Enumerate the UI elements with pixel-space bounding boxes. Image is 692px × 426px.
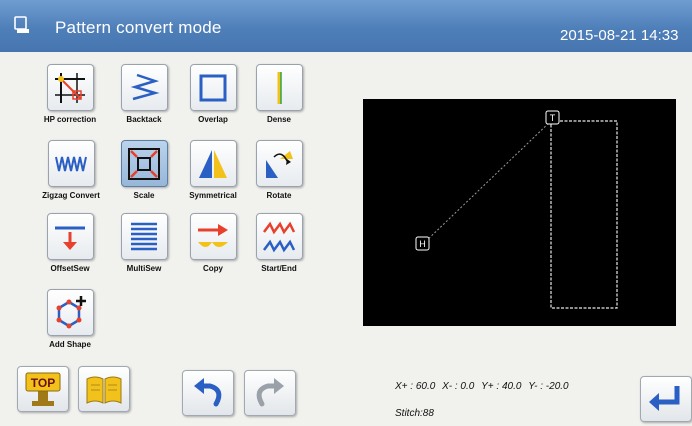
home-marker: H: [415, 236, 430, 251]
svg-text:TOP: TOP: [31, 376, 55, 390]
app-icon: [14, 16, 30, 34]
svg-text:T: T: [550, 113, 556, 123]
backtack-tool[interactable]: Backtack: [114, 64, 174, 124]
book-icon: [86, 376, 122, 404]
dense-icon: [255, 64, 303, 111]
add-shape-icon: [46, 289, 94, 336]
symmetrical-label: Symmetrical: [189, 191, 237, 200]
rotate-label: Rotate: [266, 191, 292, 200]
offset-sew-label: OffsetSew: [50, 264, 90, 273]
backtack-icon: [120, 64, 168, 111]
redo-icon: [256, 378, 284, 407]
manual-book-button[interactable]: [78, 366, 130, 412]
scale-icon: [120, 140, 168, 187]
hp-correction-tool[interactable]: HP correction: [40, 64, 100, 124]
stitch-count: Stitch:88: [395, 408, 434, 419]
start-end-label: Start/End: [261, 264, 297, 273]
enter-button[interactable]: [640, 376, 692, 422]
multi-sew-label: MultiSew: [126, 264, 162, 273]
undo-icon: [194, 378, 222, 407]
overlap-label: Overlap: [198, 115, 228, 124]
dense-label: Dense: [266, 115, 291, 124]
scale-label: Scale: [133, 191, 155, 200]
multi-sew-icon: [120, 213, 168, 260]
dense-tool[interactable]: Dense: [249, 64, 309, 124]
page-title: Pattern convert mode: [55, 18, 222, 37]
hp-correction-label: HP correction: [43, 115, 97, 124]
datetime: 2015-08-21 14:33: [560, 27, 679, 44]
x-plus-value: X+ : 60.0: [395, 381, 436, 392]
redo-button[interactable]: [244, 370, 296, 416]
add-shape-tool[interactable]: Add Shape: [40, 289, 100, 349]
backtack-label: Backtack: [126, 115, 162, 124]
offset-sew-tool[interactable]: OffsetSew: [40, 213, 100, 273]
x-minus-value: X- : 0.0: [442, 381, 475, 392]
top-button[interactable]: TOP: [17, 366, 69, 412]
symmetrical-tool[interactable]: Symmetrical: [183, 140, 243, 200]
top-marker: T: [545, 110, 560, 125]
pattern-preview: H T: [363, 99, 676, 326]
symmetrical-icon: [189, 140, 237, 187]
scale-tool[interactable]: Scale: [114, 140, 174, 200]
title-bar: Pattern convert mode 2015-08-21 14:33: [0, 0, 692, 52]
start-end-tool[interactable]: Start/End: [249, 213, 309, 273]
copy-label: Copy: [203, 264, 223, 273]
coordinates-readout: X+ : 60.0 X- : 0.0 Y+ : 40.0 Y- : -20.0: [395, 381, 569, 392]
zigzag-convert-tool[interactable]: Zigzag Convert: [34, 140, 108, 200]
add-shape-label: Add Shape: [49, 340, 91, 349]
hp-correction-icon: [46, 64, 94, 111]
copy-tool[interactable]: Copy: [183, 213, 243, 273]
multi-sew-tool[interactable]: MultiSew: [114, 213, 174, 273]
y-plus-value: Y+ : 40.0: [481, 381, 522, 392]
zigzag-convert-label: Zigzag Convert: [42, 191, 100, 200]
offset-sew-icon: [46, 213, 94, 260]
enter-icon: [649, 386, 680, 411]
start-end-icon: [255, 213, 303, 260]
y-minus-value: Y- : -20.0: [528, 381, 569, 392]
zigzag-icon: [47, 140, 95, 187]
overlap-tool[interactable]: Overlap: [183, 64, 243, 124]
rotate-icon: [255, 140, 303, 187]
copy-icon: [189, 213, 237, 260]
undo-button[interactable]: [182, 370, 234, 416]
overlap-icon: [189, 64, 237, 111]
svg-text:H: H: [419, 239, 426, 249]
rotate-tool[interactable]: Rotate: [249, 140, 309, 200]
